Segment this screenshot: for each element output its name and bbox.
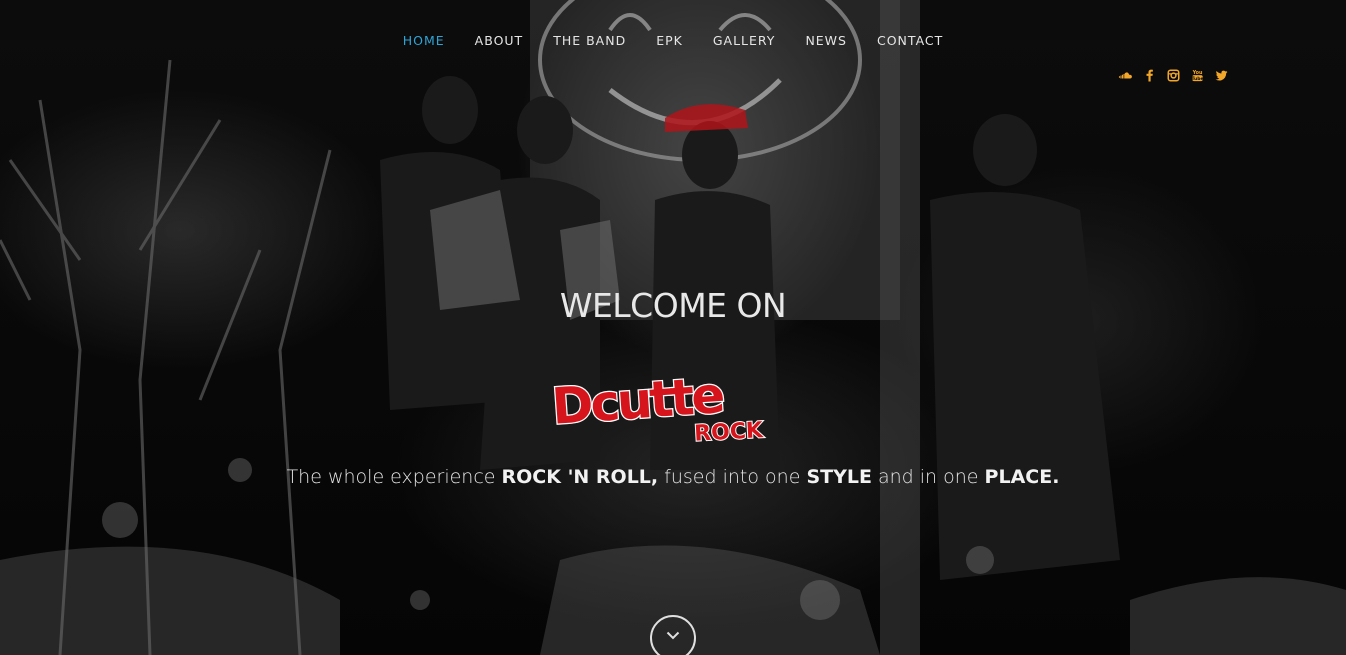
tagline-bold-3: PLACE. [984,466,1060,488]
nav-home[interactable]: HOME [403,33,445,48]
nav-contact[interactable]: CONTACT [877,33,943,48]
tagline-part-3: and in one [871,466,985,488]
welcome-heading: WELCOME ON [559,286,787,325]
tagline-bold-1: ROCK 'N ROLL, [501,466,659,488]
nav-epk[interactable]: EPK [656,33,683,48]
nav-gallery[interactable]: GALLERY [713,33,776,48]
band-logo-graphic: Dcutte ROCK [549,365,766,448]
tagline-part-2: fused into one [658,466,807,488]
main-navigation: HOME ABOUT THE BAND EPK GALLERY NEWS CON… [0,33,1346,48]
scroll-down-button[interactable] [650,615,696,655]
instagram-icon[interactable] [1166,68,1181,83]
band-photo-background [0,0,1346,655]
hero-section: HOME ABOUT THE BAND EPK GALLERY NEWS CON… [0,0,1346,655]
nav-news[interactable]: NEWS [805,33,847,48]
logo-text-sub: ROCK [694,418,765,444]
band-logo: Dcutte ROCK [546,358,804,448]
svg-text:Tube: Tube [1191,76,1203,82]
tagline-part-1: The whole experience [286,466,502,488]
youtube-icon[interactable]: You Tube [1190,68,1205,83]
hero-tagline: The whole experience ROCK 'N ROLL, fused… [0,466,1346,488]
svg-text:You: You [1192,70,1203,76]
chevron-down-icon [666,631,680,640]
twitter-icon[interactable] [1214,68,1229,83]
facebook-icon[interactable] [1142,68,1157,83]
nav-the-band[interactable]: THE BAND [553,33,626,48]
nav-about[interactable]: ABOUT [475,33,524,48]
soundcloud-icon[interactable] [1118,68,1133,83]
social-links: You Tube [1118,68,1229,83]
tagline-bold-2: STYLE [806,466,872,488]
